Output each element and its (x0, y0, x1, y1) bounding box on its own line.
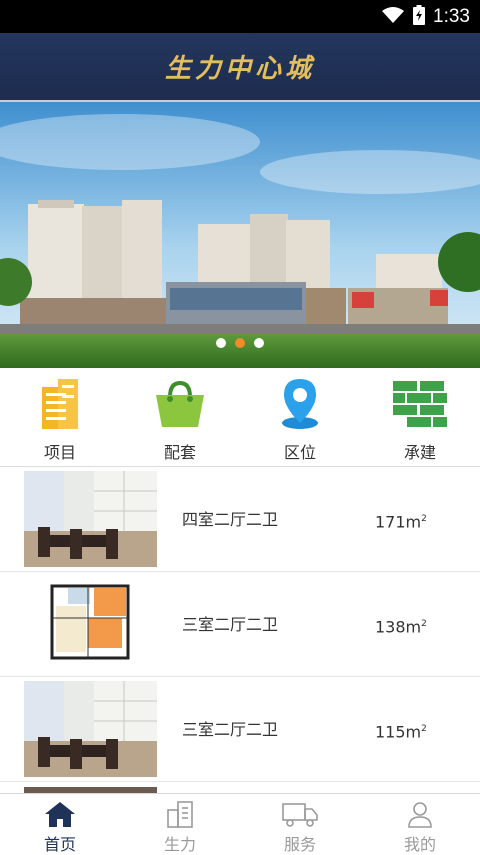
tab-home[interactable]: 首页 (0, 794, 120, 854)
wifi-icon (381, 6, 405, 28)
carousel-indicator (0, 338, 480, 348)
list-item[interactable]: 三室二厅二卫 115m2 (0, 677, 480, 782)
listing-name: 三室二厅二卫 (182, 615, 279, 634)
category-label: 项目 (43, 443, 76, 462)
buildings-icon (165, 800, 195, 828)
tab-shengli[interactable]: 生力 (120, 794, 240, 854)
listing-name: 四室二厅二卫 (182, 510, 279, 529)
battery-icon (413, 4, 426, 29)
tab-label: 生力 (163, 835, 196, 854)
category-label: 区位 (283, 443, 316, 462)
user-icon (406, 800, 434, 828)
tab-mine[interactable]: 我的 (360, 794, 480, 854)
clock: 1:33 (433, 5, 470, 27)
floor-plan (24, 576, 157, 672)
category-label: 配套 (163, 443, 196, 462)
dining-room-photo (24, 681, 157, 777)
dining-room-photo (24, 471, 157, 567)
status-bar: 1:33 (0, 0, 480, 33)
listing-name: 三室二厅二卫 (182, 720, 279, 739)
category-facilities[interactable]: 配套 (120, 368, 240, 466)
tab-label: 首页 (43, 835, 76, 854)
tab-label: 我的 (403, 835, 436, 854)
listing-area: 138m2 (375, 617, 427, 637)
category-location[interactable]: 区位 (240, 368, 360, 466)
category-project[interactable]: 项目 (0, 368, 120, 466)
listing-area: 171m2 (375, 512, 427, 532)
bricks-icon (390, 377, 450, 431)
bottom-tab-bar: 首页 生力 服务 我的 (0, 793, 480, 854)
category-menu: 项目 配套 区位 承建 (0, 368, 480, 467)
list-item[interactable]: 四室二厅二卫 171m2 (0, 467, 480, 572)
banner-image (0, 102, 480, 368)
app-header: 生力中心城 (0, 33, 480, 102)
list-item[interactable]: 三室二厅二卫 138m2 (0, 572, 480, 677)
location-pin-icon (270, 377, 330, 431)
carousel-dot-active[interactable] (235, 338, 245, 348)
app-title: 生力中心城 (164, 54, 315, 84)
category-label: 承建 (403, 443, 436, 462)
tab-label: 服务 (283, 835, 316, 854)
home-icon (44, 800, 76, 828)
shopping-bag-icon (150, 377, 210, 431)
tab-service[interactable]: 服务 (240, 794, 360, 854)
truck-icon (282, 800, 318, 828)
carousel-dot[interactable] (254, 338, 264, 348)
building-icon (30, 377, 90, 431)
banner-carousel[interactable] (0, 102, 480, 368)
category-construction[interactable]: 承建 (360, 368, 480, 466)
listing-area: 115m2 (375, 722, 427, 742)
listing-list: 四室二厅二卫 171m2 三室二厅二卫 138m2 三室二厅二卫 115m2 (0, 467, 480, 782)
carousel-dot[interactable] (216, 338, 226, 348)
